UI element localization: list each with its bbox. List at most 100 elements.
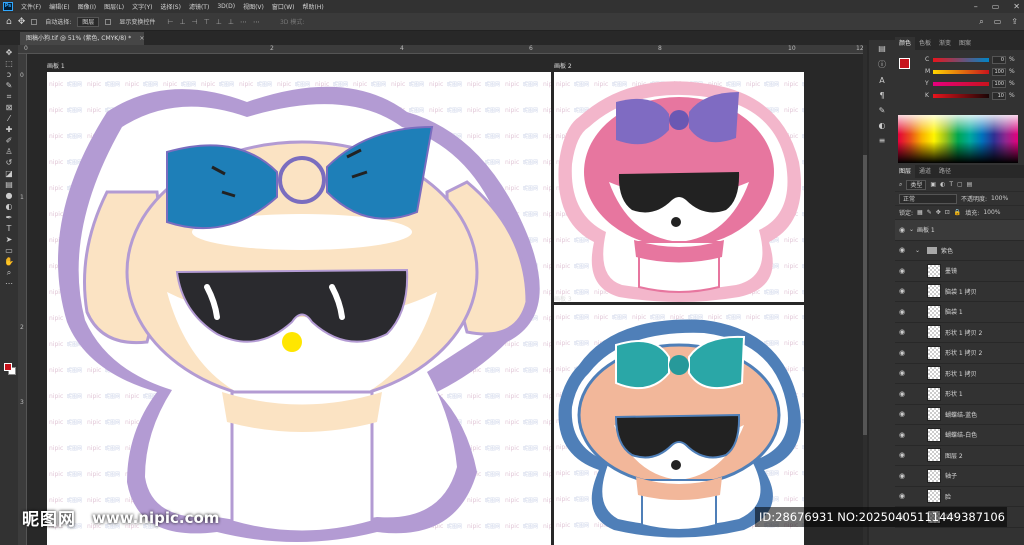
adjustments-icon[interactable]: ◐ [876,121,888,130]
filter-pixel-icon[interactable]: ▣ [930,181,936,188]
menu-3d[interactable]: 3D(D) [213,3,239,10]
tab-color[interactable]: 颜色 [895,37,916,50]
filter-type-icon[interactable]: T [949,181,953,188]
align-vcenter-icon[interactable]: ⊥ [216,18,222,26]
color-spectrum[interactable] [898,115,1018,163]
workspace-icon[interactable]: ▭ [994,17,1002,27]
fill-value[interactable]: 100% [983,209,1000,216]
auto-select-checkbox[interactable] [31,18,38,25]
zoom-tool-icon[interactable]: ⌕ [3,268,15,277]
artboard-2[interactable] [554,72,804,302]
filter-adjust-icon[interactable]: ◐ [940,181,945,188]
lock-pixels-icon[interactable]: ▦ [917,209,923,216]
lock-paint-icon[interactable]: ✎ [927,209,932,216]
distribute-icon[interactable]: ⋯ [240,18,247,26]
frame-tool-icon[interactable]: ⊠ [3,103,15,112]
channel-slider[interactable] [933,93,989,98]
history-icon[interactable]: ▤ [876,44,888,53]
chevron-down-icon[interactable]: ⌄ [909,226,917,233]
eyedropper-tool-icon[interactable]: ⁄ [3,114,15,123]
scrollbar-thumb[interactable] [863,155,867,435]
blend-mode-dropdown[interactable]: 正常 [899,193,957,204]
search-icon[interactable]: ⌕ [979,17,983,27]
eye-icon[interactable]: ◉ [895,308,909,316]
healing-tool-icon[interactable]: ✚ [3,125,15,134]
menu-edit[interactable]: 编辑(E) [45,2,73,11]
layer-row[interactable]: ◉ 形状 1 [895,384,1024,405]
eye-icon[interactable]: ◉ [895,328,909,336]
filter-shape-icon[interactable]: ▢ [957,181,963,188]
hand-tool-icon[interactable]: ✋ [3,257,15,266]
filter-smart-icon[interactable]: ▤ [967,181,973,188]
color-panel-fg-swatch[interactable] [899,58,910,69]
menu-image[interactable]: 图像(I) [74,2,100,11]
align-top-icon[interactable]: ⊤ [204,18,210,26]
foreground-color-swatch[interactable] [4,363,12,371]
menu-help[interactable]: 帮助(H) [299,2,328,11]
gradient-tool-icon[interactable]: ▤ [3,180,15,189]
layer-row[interactable]: ◉ 脑袋 1 [895,302,1024,323]
align-hcenter-icon[interactable]: ⊥ [179,18,185,26]
auto-select-dropdown[interactable]: 图层 [77,16,100,27]
lock-artboard-icon[interactable]: ⊡ [945,209,950,216]
artboard-2-label[interactable]: 画板 2 [554,61,572,70]
tab-close-icon[interactable]: × [139,35,144,42]
tab-gradients[interactable]: 渐变 [935,37,955,50]
eye-icon[interactable]: ◉ [895,431,909,439]
chevron-down-icon[interactable]: ⌄ [915,247,927,254]
tab-channels[interactable]: 通道 [915,165,935,178]
path-select-icon[interactable]: ➤ [3,235,15,244]
channel-value[interactable]: 10 [992,91,1006,100]
layer-row[interactable]: ◉ 蝴蝶结-蓝色 [895,405,1024,425]
move-tool-icon[interactable]: ✥ [18,17,26,27]
eraser-tool-icon[interactable]: ◪ [3,169,15,178]
tab-layers[interactable]: 图层 [895,165,916,178]
blur-tool-icon[interactable]: ● [3,191,15,200]
show-transform-checkbox[interactable] [105,18,112,25]
channel-slider[interactable] [933,81,989,86]
canvas-vertical-scrollbar[interactable] [863,45,867,545]
opacity-value[interactable]: 100% [991,195,1008,202]
character-icon[interactable]: A [876,76,888,85]
lock-move-icon[interactable]: ✥ [936,209,941,216]
align-left-icon[interactable]: ⊢ [167,18,173,26]
move-tool-icon[interactable]: ✥ [3,48,15,57]
layer-row[interactable]: ◉ 形状 1 拷贝 [895,364,1024,384]
channel-value[interactable]: 100 [992,79,1006,88]
eye-icon[interactable]: ◉ [895,287,909,295]
properties-icon[interactable]: ≡ [876,136,888,145]
channel-value[interactable]: 100 [992,67,1006,76]
more-options-icon[interactable]: ⋯ [253,18,260,26]
menu-type[interactable]: 文字(Y) [128,2,156,11]
info-icon[interactable]: ⓘ [876,59,888,70]
lasso-tool-icon[interactable]: ↄ [3,70,15,79]
layer-row[interactable]: ◉ 形状 1 拷贝 2 [895,323,1024,343]
lock-all-icon[interactable]: 🔒 [954,209,961,216]
menu-file[interactable]: 文件(F) [17,2,45,11]
layer-artboard-group[interactable]: ◉ ⌄ 画板 1 [895,220,1024,241]
layer-row[interactable]: ◉ 脑袋 1 拷贝 [895,282,1024,302]
minimize-icon[interactable]: – [974,2,978,11]
menu-select[interactable]: 选择(S) [156,2,185,11]
more-tools-icon[interactable]: ⋯ [3,279,15,288]
eye-icon[interactable]: ◉ [895,451,909,459]
layer-row[interactable]: ◉ 轴子 [895,466,1024,487]
share-icon[interactable]: ⇪ [1011,17,1018,27]
eye-icon[interactable]: ◉ [895,390,909,398]
channel-slider[interactable] [933,69,989,74]
menu-window[interactable]: 窗口(W) [268,2,299,11]
layer-row[interactable]: ◉ 墨镜 [895,261,1024,282]
canvas-area[interactable]: 画板 1 nipic 昵图网 [27,54,863,545]
layer-row[interactable]: ◉ 脸 [895,487,1024,507]
eye-icon[interactable]: ◉ [895,472,909,480]
layer-folder-group[interactable]: ◉ ⌄ 紫色 [895,241,1024,261]
align-right-icon[interactable]: ⊣ [192,18,198,26]
channel-slider[interactable] [933,57,989,62]
type-tool-icon[interactable]: T [3,224,15,233]
channel-value[interactable]: 0 [992,55,1006,64]
tab-swatches[interactable]: 色板 [915,37,935,50]
maximize-icon[interactable]: ▭ [992,2,1000,11]
layer-row[interactable]: ◉ 蝴蝶结-白色 [895,425,1024,446]
layer-filter-dropdown[interactable]: 类型 [906,179,927,190]
eye-icon[interactable]: ◉ [895,410,909,418]
